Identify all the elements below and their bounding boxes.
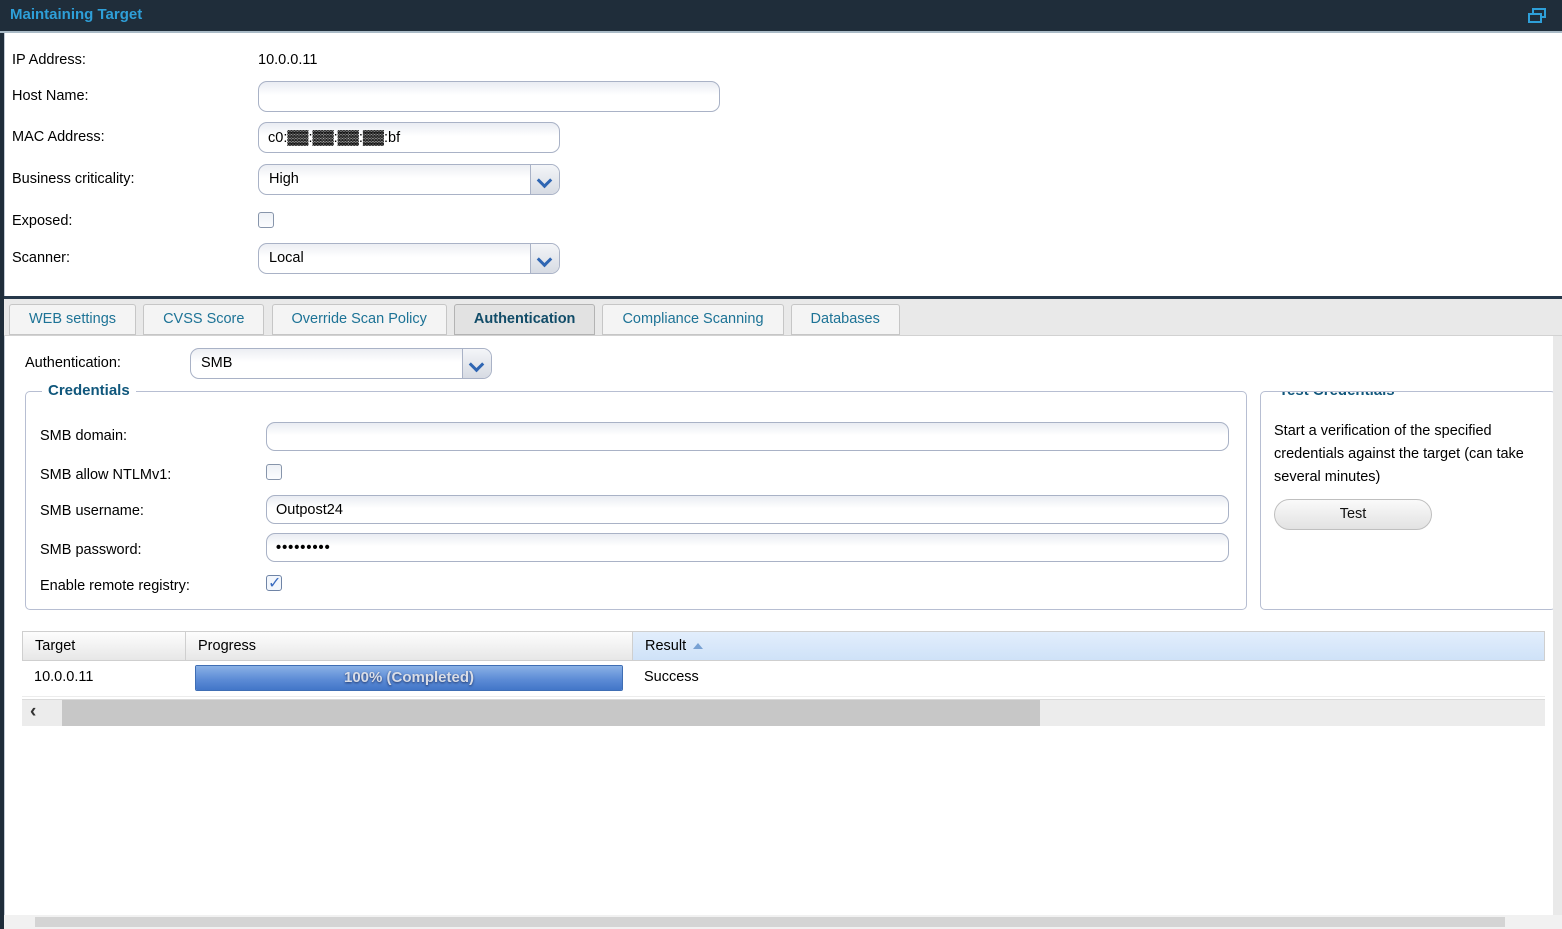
scanner-label: Scanner: — [12, 250, 70, 270]
chevron-down-icon[interactable] — [462, 349, 491, 378]
chevron-down-icon[interactable] — [530, 244, 559, 273]
window-title: Maintaining Target — [10, 6, 142, 23]
chevron-down-icon[interactable] — [530, 165, 559, 194]
test-button[interactable]: Test — [1274, 499, 1432, 530]
result-cell: Success — [644, 669, 699, 685]
scrollbar-thumb[interactable] — [62, 700, 1040, 726]
progress-bar: 100% (Completed) — [195, 665, 623, 691]
mac-address-input[interactable] — [258, 122, 560, 153]
maintaining-target-window: Maintaining Target IP Address: 10.0.0.11… — [0, 0, 1562, 929]
credentials-fieldset: Credentials SMB domain: SMB allow NTLMv1… — [25, 391, 1247, 610]
ip-address-value: 10.0.0.11 — [258, 52, 317, 72]
test-credentials-legend: Test Credentials — [1273, 391, 1401, 399]
window-horizontal-scrollbar[interactable] — [4, 915, 1562, 929]
exposed-label: Exposed: — [12, 213, 72, 233]
window-left-frame — [0, 33, 5, 929]
scroll-left-icon[interactable]: ‹ — [30, 701, 36, 723]
table-row[interactable]: 10.0.0.11 100% (Completed) Success — [22, 661, 1545, 697]
progress-bar-label: 100% (Completed) — [196, 669, 622, 686]
vertical-scrollbar-track[interactable] — [1553, 336, 1562, 915]
column-header-target[interactable]: Target — [23, 632, 186, 660]
table-header-row: Target Progress Result — [22, 631, 1545, 661]
authentication-label: Authentication: — [25, 355, 121, 375]
tab-web-settings[interactable]: WEB settings — [9, 304, 136, 335]
restore-window-icon[interactable] — [1528, 8, 1546, 23]
tab-authentication[interactable]: Authentication — [454, 304, 596, 335]
results-table: Target Progress Result 10.0.0.11 100% (C… — [22, 631, 1545, 697]
exposed-checkbox[interactable] — [258, 212, 274, 228]
sort-ascending-icon — [693, 643, 703, 649]
credentials-legend: Credentials — [42, 382, 136, 399]
remote-registry-label: Enable remote registry: — [40, 578, 190, 594]
window-titlebar: Maintaining Target — [0, 0, 1562, 33]
test-credentials-description: Start a verification of the specified cr… — [1274, 420, 1556, 489]
smb-ntlmv1-label: SMB allow NTLMv1: — [40, 467, 171, 483]
smb-password-label: SMB password: — [40, 542, 142, 558]
tab-compliance-scanning[interactable]: Compliance Scanning — [602, 304, 783, 335]
scrollbar-thumb[interactable] — [35, 917, 1505, 927]
host-name-label: Host Name: — [12, 88, 89, 108]
column-header-result[interactable]: Result — [633, 632, 1544, 660]
authentication-type-select[interactable]: SMB — [190, 348, 492, 379]
smb-ntlmv1-checkbox[interactable] — [266, 464, 282, 480]
smb-username-label: SMB username: — [40, 503, 144, 519]
smb-domain-label: SMB domain: — [40, 428, 127, 444]
table-horizontal-scrollbar[interactable]: ‹ — [22, 699, 1545, 726]
target-cell: 10.0.0.11 — [34, 669, 93, 685]
business-criticality-value: High — [269, 171, 299, 187]
tab-cvss-score[interactable]: CVSS Score — [143, 304, 264, 335]
test-credentials-fieldset: Test Credentials Start a verification of… — [1260, 391, 1556, 610]
tab-override-scan-policy[interactable]: Override Scan Policy — [272, 304, 447, 335]
business-criticality-label: Business criticality: — [12, 171, 134, 191]
remote-registry-checkbox[interactable] — [266, 575, 282, 591]
smb-username-input[interactable] — [266, 495, 1229, 524]
host-name-input[interactable] — [258, 81, 720, 112]
smb-domain-input[interactable] — [266, 422, 1229, 451]
business-criticality-select[interactable]: High — [258, 164, 560, 195]
tab-databases[interactable]: Databases — [791, 304, 900, 335]
tab-strip: WEB settings CVSS Score Override Scan Po… — [4, 299, 1562, 336]
scanner-select[interactable]: Local — [258, 243, 560, 274]
authentication-type-value: SMB — [201, 355, 232, 371]
smb-password-input[interactable] — [266, 533, 1229, 562]
scanner-value: Local — [269, 250, 304, 266]
ip-address-label: IP Address: — [12, 52, 86, 72]
mac-address-label: MAC Address: — [12, 129, 105, 149]
column-header-progress[interactable]: Progress — [186, 632, 633, 660]
